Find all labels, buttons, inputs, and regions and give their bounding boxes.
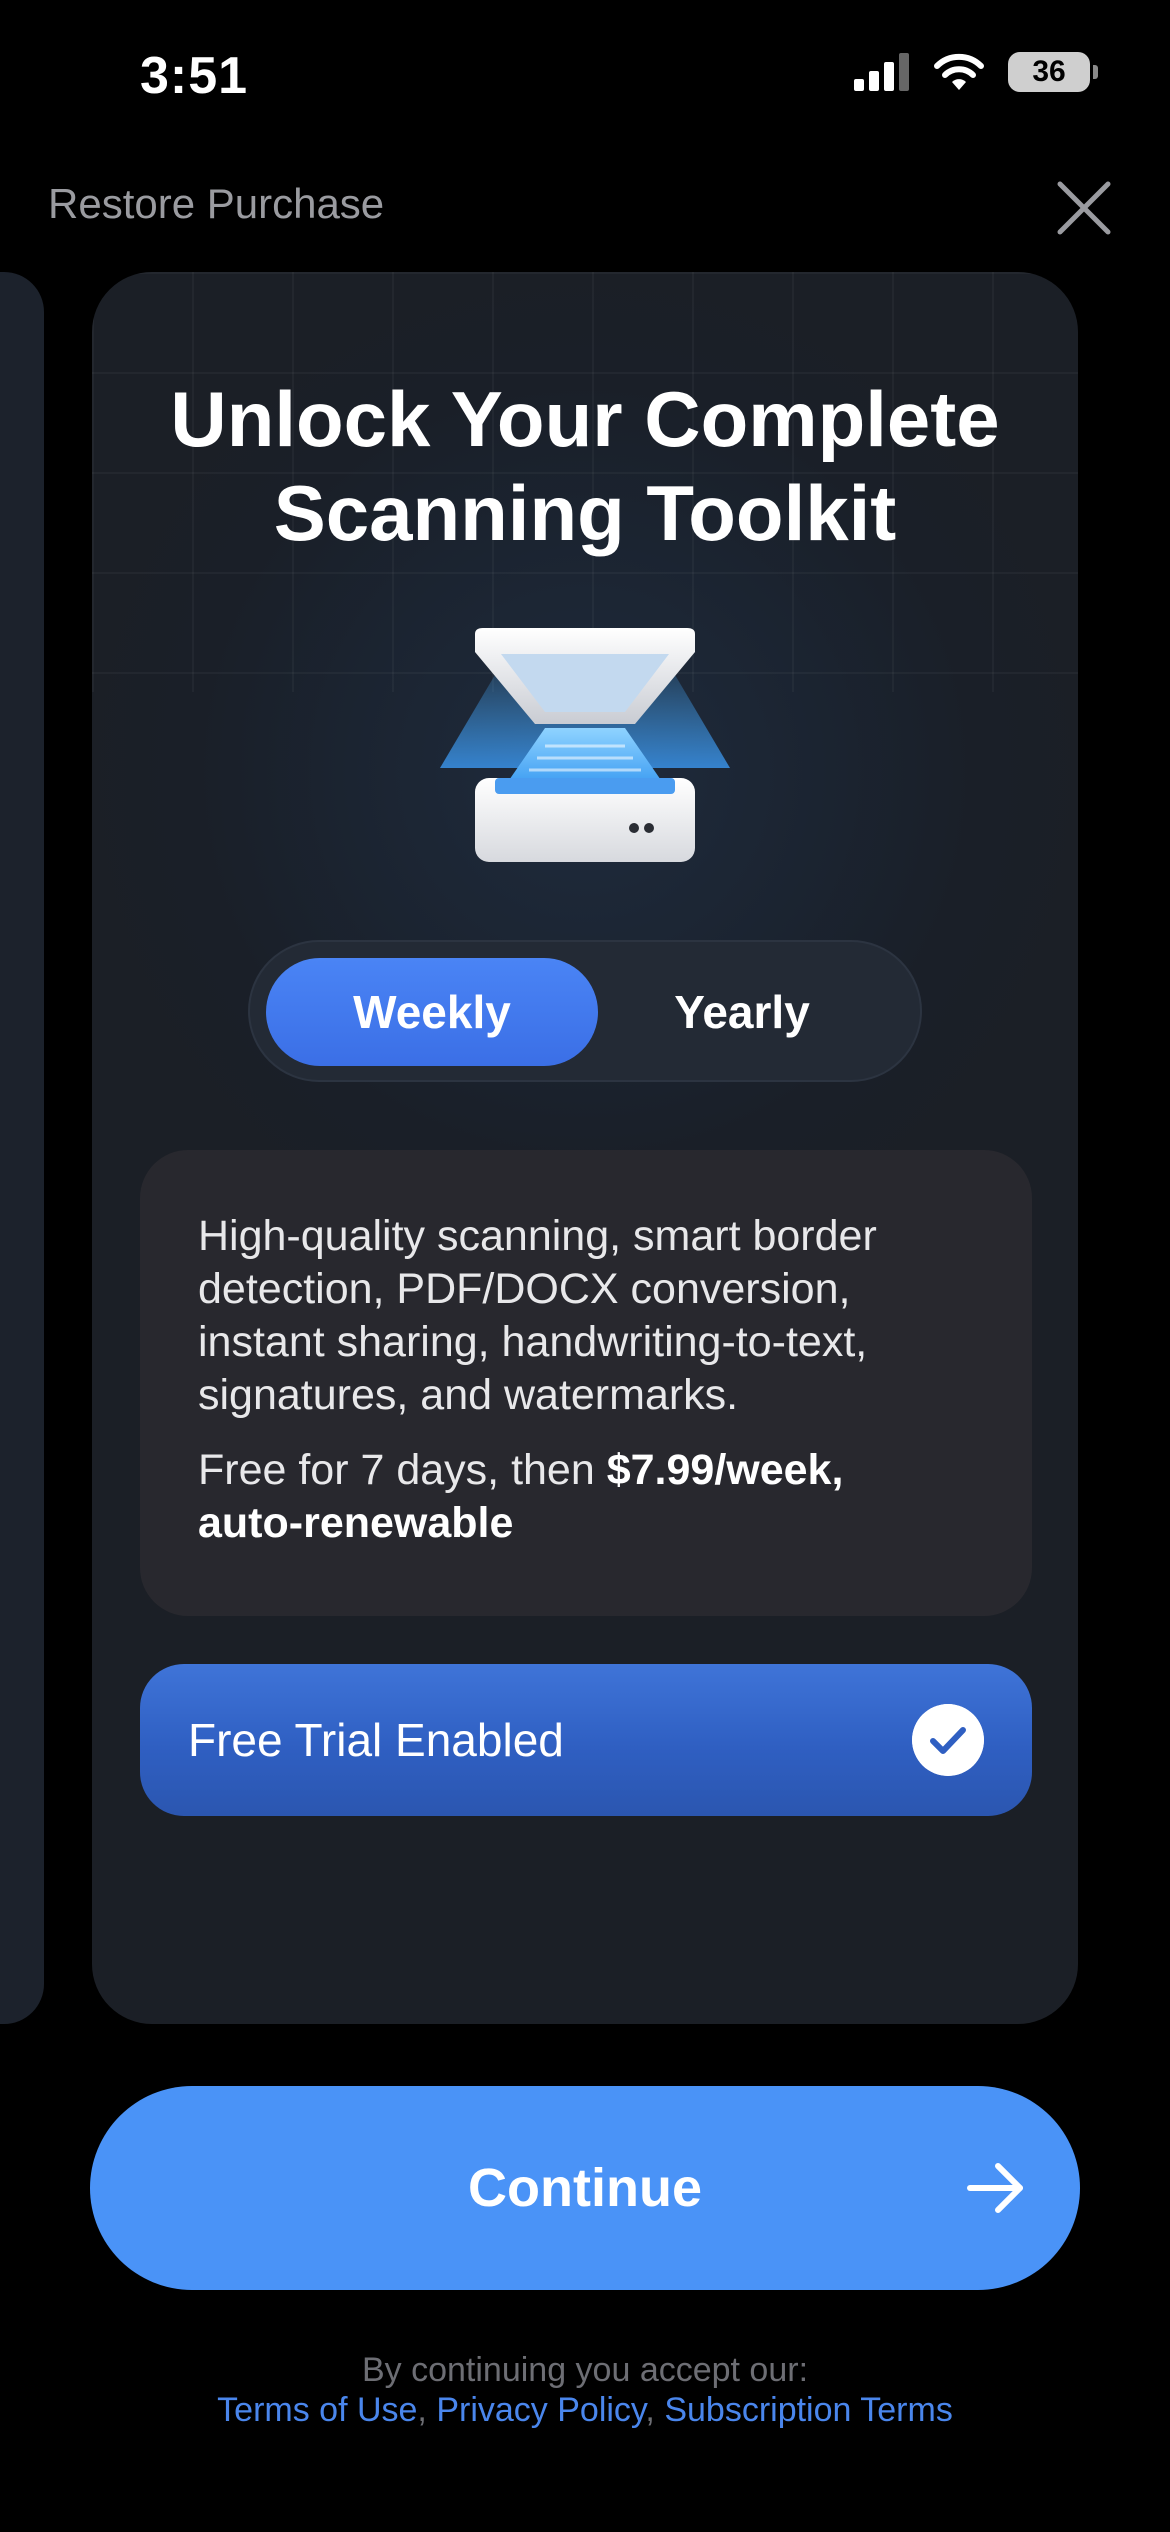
- previous-card[interactable]: [0, 272, 44, 2024]
- cellular-signal-icon: [854, 53, 909, 91]
- features-text: High-quality scanning, smart border dete…: [198, 1212, 877, 1419]
- scanner-icon: [440, 628, 730, 862]
- arrow-right-icon: [967, 2163, 1023, 2213]
- title-line-1: Unlock Your Complete: [170, 375, 1000, 463]
- continue-label: Continue: [468, 2158, 702, 2218]
- status-bar: 3:51 36: [0, 0, 1170, 150]
- price-amount: $7.99/week,: [606, 1446, 844, 1494]
- plan-yearly-button[interactable]: Yearly: [576, 958, 908, 1066]
- privacy-policy-link[interactable]: Privacy Policy: [436, 2391, 645, 2429]
- restore-purchase-link[interactable]: Restore Purchase: [48, 180, 384, 228]
- checkmark-icon: [912, 1704, 984, 1776]
- footer-separator: ,: [645, 2391, 665, 2429]
- battery-level: 36: [1032, 55, 1066, 88]
- battery-icon: 36: [1008, 52, 1098, 92]
- page-title: Unlock Your Complete Scanning Toolkit: [92, 372, 1078, 560]
- plan-description: High-quality scanning, smart border dete…: [140, 1150, 1032, 1616]
- paywall-card: Unlock Your Complete Scanning Toolkit We…: [92, 272, 1078, 2024]
- continue-button[interactable]: Continue: [90, 2086, 1080, 2290]
- status-time: 3:51: [140, 47, 249, 105]
- free-trial-label: Free Trial Enabled: [188, 1714, 564, 1766]
- footer-separator: ,: [417, 2391, 437, 2429]
- status-icons: 36: [854, 52, 1098, 92]
- plan-toggle: Weekly Yearly: [248, 940, 922, 1082]
- legal-footer: By continuing you accept our: Terms of U…: [0, 2350, 1170, 2430]
- terms-of-use-link[interactable]: Terms of Use: [217, 2391, 417, 2429]
- close-icon[interactable]: [1052, 176, 1116, 240]
- price-prefix: Free for 7 days, then: [198, 1446, 607, 1494]
- wifi-icon: [934, 53, 984, 90]
- subscription-terms-link[interactable]: Subscription Terms: [664, 2391, 953, 2429]
- plan-weekly-button[interactable]: Weekly: [266, 958, 598, 1066]
- footer-accept-text: By continuing you accept our:: [361, 2351, 809, 2389]
- title-line-2: Scanning Toolkit: [273, 469, 897, 557]
- price-text: Free for 7 days, then $7.99/week, auto-re…: [198, 1444, 974, 1550]
- free-trial-toggle[interactable]: Free Trial Enabled: [140, 1664, 1032, 1816]
- price-renewal: auto-renewable: [198, 1499, 514, 1547]
